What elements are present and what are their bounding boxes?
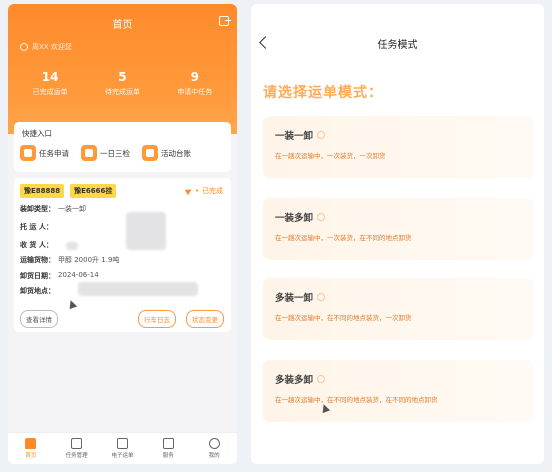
stat-label: 申请中任务 <box>177 88 213 96</box>
info-row: 卸货地点： <box>20 286 55 296</box>
info-label: 卸货日期： <box>20 272 55 280</box>
quick-entry-title: 快捷入口 <box>22 129 52 138</box>
user-icon <box>208 438 220 449</box>
mode-name: 多装一卸 <box>275 290 326 304</box>
mode-name: 一装一卸 <box>275 128 326 142</box>
status-change-button[interactable]: 状态变更 <box>186 310 224 328</box>
info-row: 收 货 人： <box>20 240 53 250</box>
tab-e-waybill[interactable]: 电子运单 <box>104 438 140 459</box>
mode-desc: 在一趟次运输中，一次装货，一次卸货 <box>275 152 386 160</box>
page-title: 任务模式 <box>377 40 418 51</box>
activity-ledger-icon <box>142 145 158 161</box>
tab-home[interactable]: 首页 <box>13 438 49 459</box>
tab-label: 电子运单 <box>111 453 134 459</box>
status-badge: • 已完成 <box>184 186 223 196</box>
stat-num: 14 <box>41 70 59 84</box>
mode-option-multi-load-multi-unload[interactable]: 多装多卸 在一趟次运输中，在不同的地点装货，在不同的地点卸货 <box>263 360 533 422</box>
send-icon <box>184 186 193 196</box>
quick-item-label: 活动台账 <box>161 148 191 158</box>
info-value: 一装一卸 <box>58 205 86 213</box>
order-card[interactable]: 豫E88888 豫E6666挂 • 已完成 装卸类型： 一装一卸 托 运 人： … <box>14 178 231 332</box>
task-apply-icon <box>20 145 36 161</box>
status-text: 已完成 <box>202 187 223 195</box>
redacted-block <box>126 212 166 250</box>
plate-badge: 豫E6666挂 <box>70 184 117 198</box>
page-title: 首页 <box>112 20 133 31</box>
tab-label: 服务 <box>162 453 174 459</box>
mode-option-one-load-multi-unload[interactable]: 一装多卸 在一趟次运输中，一次装货，在不同的地点卸货 <box>263 198 533 260</box>
mode-desc: 在一趟次运输中，在不同的地点装货，一次卸货 <box>275 314 412 322</box>
tab-mine[interactable]: 我的 <box>196 438 232 459</box>
quick-entry-list: 任务申请 一日三检 活动台账 <box>20 144 195 162</box>
stat-num: 9 <box>190 70 199 84</box>
stat-completed[interactable]: 14 已完成运单 <box>18 70 82 97</box>
task-mode-screen: 任务模式 请选择运单模式： 一装一卸 在一趟次运输中，一次装货，一次卸货 一装多… <box>251 4 544 464</box>
mode-name-text: 多装多卸 <box>275 375 314 386</box>
mode-name-text: 一装一卸 <box>275 131 314 142</box>
redacted-block <box>66 242 78 250</box>
quick-item-activity-ledger[interactable]: 活动台账 <box>142 144 195 162</box>
info-label: 装卸类型： <box>20 205 55 213</box>
quick-item-daily-check[interactable]: 一日三检 <box>81 144 134 162</box>
user-icon <box>20 43 28 51</box>
mode-desc: 在一趟次运输中，一次装货，在不同的地点卸货 <box>275 234 412 242</box>
stat-label: 已完成运单 <box>32 88 68 96</box>
daily-check-icon <box>81 145 97 161</box>
stat-label: 待完成运单 <box>104 88 140 96</box>
mode-name-text: 多装一卸 <box>275 293 314 304</box>
info-row: 托 运 人： <box>20 222 53 232</box>
redacted-block <box>78 282 198 296</box>
quick-entry-card: 快捷入口 任务申请 一日三检 活动台账 <box>14 122 231 172</box>
drive-log-button[interactable]: 行车日志 <box>138 310 176 328</box>
home-icon <box>25 438 37 449</box>
info-row: 运输货物： 甲醇 2000升 1.9吨 <box>20 255 119 265</box>
stats-row: 14 已完成运单 5 待完成运单 9 申请中任务 <box>8 70 237 97</box>
info-value: 2024-06-14 <box>58 271 99 279</box>
stat-pending[interactable]: 5 待完成运单 <box>90 70 154 97</box>
mode-name-text: 一装多卸 <box>275 213 314 224</box>
tab-service[interactable]: 服务 <box>150 438 186 459</box>
tab-label: 首页 <box>25 453 37 459</box>
task-list-icon <box>71 438 83 449</box>
mode-name: 一装多卸 <box>275 210 326 224</box>
info-label: 运输货物： <box>20 256 55 264</box>
quick-item-label: 一日三检 <box>100 148 130 158</box>
info-label: 卸货地点： <box>20 287 55 295</box>
grid-icon <box>162 438 174 449</box>
plate-badge: 豫E88888 <box>20 184 65 198</box>
quick-item-task-apply[interactable]: 任务申请 <box>20 144 73 162</box>
bottom-tabbar: 首页 任务管理 电子运单 服务 我的 <box>8 432 237 464</box>
logout-icon[interactable] <box>219 16 231 26</box>
user-greeting: 周XX 欢迎您 <box>20 42 72 52</box>
document-icon <box>116 438 128 449</box>
view-detail-button[interactable]: 查看详情 <box>20 310 58 328</box>
mode-option-multi-load-one-unload[interactable]: 多装一卸 在一趟次运输中，在不同的地点装货，一次卸货 <box>263 278 533 340</box>
info-value: 甲醇 2000升 1.9吨 <box>58 256 120 264</box>
radio-icon <box>317 293 326 301</box>
stat-num: 5 <box>118 70 127 84</box>
mode-prompt: 请选择运单模式： <box>263 85 383 101</box>
home-screen: 首页 周XX 欢迎您 14 已完成运单 5 待完成运单 9 申请中任务 快捷入口 <box>8 4 237 464</box>
user-greeting-text: 周XX 欢迎您 <box>32 43 72 51</box>
tab-label: 任务管理 <box>65 453 88 459</box>
mode-name: 多装多卸 <box>275 372 326 386</box>
info-row: 装卸类型： 一装一卸 <box>20 204 86 214</box>
home-header: 首页 周XX 欢迎您 14 已完成运单 5 待完成运单 9 申请中任务 <box>8 4 237 134</box>
tab-label: 我的 <box>208 453 220 459</box>
radio-icon <box>317 131 326 139</box>
tab-task-manage[interactable]: 任务管理 <box>59 438 95 459</box>
mode-option-one-load-one-unload[interactable]: 一装一卸 在一趟次运输中，一次装货，一次卸货 <box>263 116 533 178</box>
mode-desc: 在一趟次运输中，在不同的地点装货，在不同的地点卸货 <box>275 396 438 404</box>
quick-item-label: 任务申请 <box>39 148 69 158</box>
info-label: 收 货 人： <box>20 241 53 249</box>
info-label: 托 运 人： <box>20 223 53 231</box>
radio-icon <box>317 375 326 383</box>
stat-applying[interactable]: 9 申请中任务 <box>163 70 227 97</box>
radio-icon <box>317 213 326 221</box>
info-row: 卸货日期： 2024-06-14 <box>20 271 99 281</box>
plate-list: 豫E88888 豫E6666挂 <box>20 184 117 198</box>
